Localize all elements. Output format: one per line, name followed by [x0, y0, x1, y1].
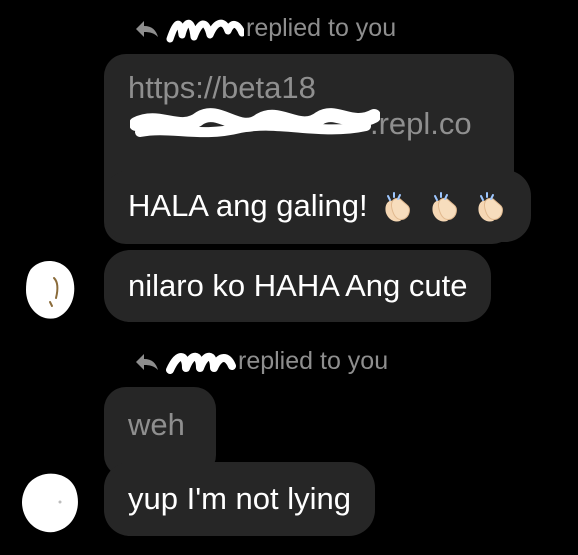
reply-arrow-icon	[136, 20, 158, 37]
reply-header-text: replied to you	[238, 347, 389, 375]
redacted-name-scribble	[166, 19, 244, 42]
redacted-url-scribble	[130, 108, 380, 138]
redacted-name-scribble	[166, 352, 236, 374]
clapping-hands-emoji-icon	[478, 191, 504, 222]
message-bubble-hala[interactable]: HALA ang galing!	[104, 170, 532, 242]
quoted-text: weh	[128, 407, 185, 442]
quoted-url-line-2: .repl.co	[128, 106, 490, 142]
quoted-url-suffix: .repl.co	[370, 106, 472, 141]
redacted-avatar	[26, 261, 75, 319]
clapping-hands-emoji-icon	[385, 191, 411, 222]
message-text: nilaro ko HAHA Ang cute	[128, 268, 468, 303]
message-text: yup I'm not lying	[128, 481, 352, 516]
reply-header-text: replied to you	[246, 14, 397, 42]
reply-header-1: replied to you	[134, 14, 396, 43]
message-bubble-yup[interactable]: yup I'm not lying	[104, 462, 376, 536]
clapping-hands-emoji-icon	[432, 191, 457, 222]
message-bubble-nilaro[interactable]: nilaro ko HAHA Ang cute	[104, 250, 492, 322]
message-text: HALA ang galing!	[128, 188, 368, 223]
reply-header-2: replied to you	[134, 347, 388, 376]
quoted-url-line-1: https://beta18	[128, 70, 316, 105]
redacted-avatar	[22, 473, 78, 533]
reply-arrow-icon	[136, 353, 158, 370]
